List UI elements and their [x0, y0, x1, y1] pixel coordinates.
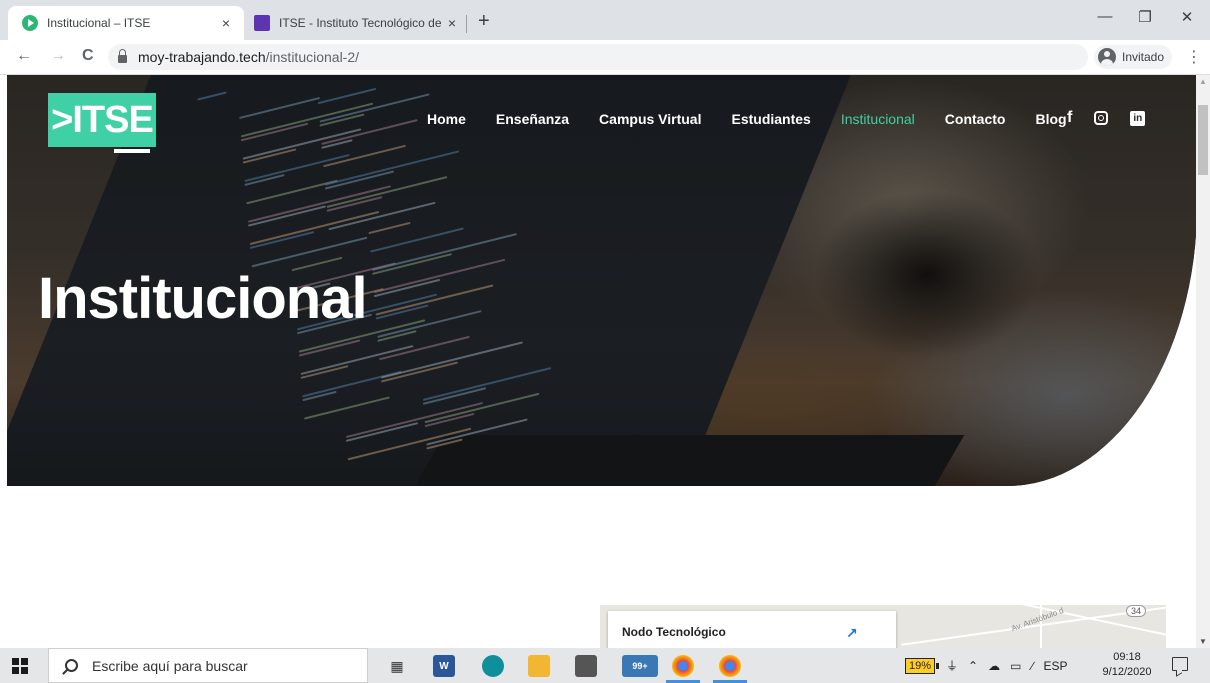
profile-button[interactable]: Invitado	[1094, 45, 1173, 69]
browser-toolbar: ← → C moy-trabajando.tech/institucional-…	[0, 40, 1210, 75]
map-street-label: Av. Aristóbulo d	[1010, 605, 1065, 634]
taskbar-search[interactable]: Escribe aquí para buscar	[48, 648, 368, 683]
language-indicator[interactable]: ESP	[1043, 659, 1067, 673]
clock-date: 9/12/2020	[1102, 666, 1152, 678]
mail-icon[interactable]: 99+	[622, 655, 658, 677]
page-title: Institucional	[38, 266, 368, 331]
profile-label: Invitado	[1122, 50, 1165, 64]
scroll-up-icon[interactable]: ▲	[1199, 77, 1207, 86]
nav-contacto[interactable]: Contacto	[945, 111, 1006, 127]
tab-strip: Institucional – ITSE × ITSE - Instituto …	[0, 0, 1210, 40]
file-explorer-icon[interactable]	[528, 655, 550, 677]
system-tray: 19% ⏚ ⌃ ☁ ▭ ∕ ESP	[905, 648, 1072, 683]
lock-icon	[118, 49, 127, 63]
main-nav: Home Enseñanza Campus Virtual Estudiante…	[427, 111, 1097, 127]
reload-button[interactable]: C	[82, 47, 94, 65]
list-favicon-icon	[254, 15, 270, 31]
tab-itse-home[interactable]: ITSE - Instituto Tecnológico de Sa ×	[246, 6, 470, 40]
tab-institucional[interactable]: Institucional – ITSE ×	[8, 6, 244, 40]
chrome-icon[interactable]	[672, 655, 694, 677]
onedrive-icon[interactable]: ☁	[988, 659, 1000, 673]
directions-icon[interactable]: ↗	[846, 625, 860, 641]
tab-title: Institucional – ITSE	[47, 16, 151, 30]
tab-close-icon[interactable]: ×	[218, 15, 234, 31]
windows-taskbar: Escribe aquí para buscar ▦ W 99+ 19% ⏚ ⌃…	[0, 648, 1210, 683]
tab-title: ITSE - Instituto Tecnológico de Sa	[279, 16, 444, 30]
instagram-icon[interactable]	[1094, 111, 1109, 125]
mail-badge: 99+	[632, 661, 648, 671]
address-bar[interactable]: moy-trabajando.tech/institucional-2/	[108, 44, 1088, 70]
social-links: f in	[1067, 109, 1167, 127]
taskbar-search-placeholder: Escribe aquí para buscar	[92, 657, 248, 674]
itse-favicon-icon	[22, 15, 38, 31]
notifications-icon[interactable]	[1172, 657, 1188, 671]
route-badge: 34	[1125, 605, 1146, 617]
chrome-icon[interactable]	[719, 655, 741, 677]
site-logo[interactable]: >ITSE	[48, 93, 156, 153]
network-icon[interactable]: ▭	[1010, 659, 1021, 673]
page-scrollbar[interactable]: ▲ ▼	[1196, 75, 1210, 648]
nav-estudiantes[interactable]: Estudiantes	[731, 111, 810, 127]
facebook-icon[interactable]: f	[1067, 109, 1072, 127]
new-tab-button[interactable]: +	[478, 10, 490, 33]
task-view-icon[interactable]: ▦	[386, 655, 408, 677]
show-hidden-icons[interactable]: ⌃	[968, 659, 978, 673]
clock-time: 09:18	[1113, 651, 1141, 663]
close-window-button[interactable]: ✕	[1164, 8, 1210, 26]
hero-banner: >ITSE Home Enseñanza Campus Virtual Estu…	[7, 75, 1196, 486]
nav-blog[interactable]: Blog	[1035, 111, 1066, 127]
power-plug-icon: ⏚	[946, 659, 959, 673]
url-host: moy-trabajando.tech	[138, 49, 266, 65]
scrollbar-thumb[interactable]	[1198, 105, 1208, 175]
page-viewport: >ITSE Home Enseñanza Campus Virtual Estu…	[0, 75, 1196, 648]
profile-avatar-icon	[1098, 48, 1116, 66]
tab-close-icon[interactable]: ×	[444, 15, 460, 31]
search-icon	[65, 659, 78, 672]
embedded-map[interactable]: Av. Aristóbulo d 34 Nodo Tecnológico ↗	[600, 605, 1166, 648]
scroll-down-icon[interactable]: ▼	[1199, 637, 1207, 646]
windows-start-icon[interactable]	[12, 658, 28, 674]
back-button[interactable]: ←	[16, 47, 32, 65]
map-road	[1040, 605, 1042, 648]
battery-indicator[interactable]: 19%	[905, 657, 940, 674]
forward-button[interactable]: →	[50, 47, 66, 65]
system-clock[interactable]: 09:18 9/12/2020	[1094, 650, 1160, 680]
word-icon[interactable]: W	[433, 655, 455, 677]
tab-separator	[466, 15, 467, 33]
map-place-name: Nodo Tecnológico	[622, 625, 726, 639]
pen-workspace-icon[interactable]: ∕	[1031, 659, 1033, 673]
restore-button[interactable]: ❐	[1122, 8, 1168, 26]
edge-icon[interactable]	[482, 655, 504, 677]
nav-institucional[interactable]: Institucional	[841, 111, 915, 127]
store-icon[interactable]	[575, 655, 597, 677]
linkedin-icon[interactable]: in	[1130, 110, 1146, 126]
nav-ensenanza[interactable]: Enseñanza	[496, 111, 569, 127]
nav-home[interactable]: Home	[427, 111, 466, 127]
nav-campus-virtual[interactable]: Campus Virtual	[599, 111, 701, 127]
browser-menu-icon[interactable]: ⋮	[1186, 47, 1202, 67]
logo-text: >ITSE	[51, 98, 154, 141]
url-path: /institucional-2/	[265, 49, 360, 65]
